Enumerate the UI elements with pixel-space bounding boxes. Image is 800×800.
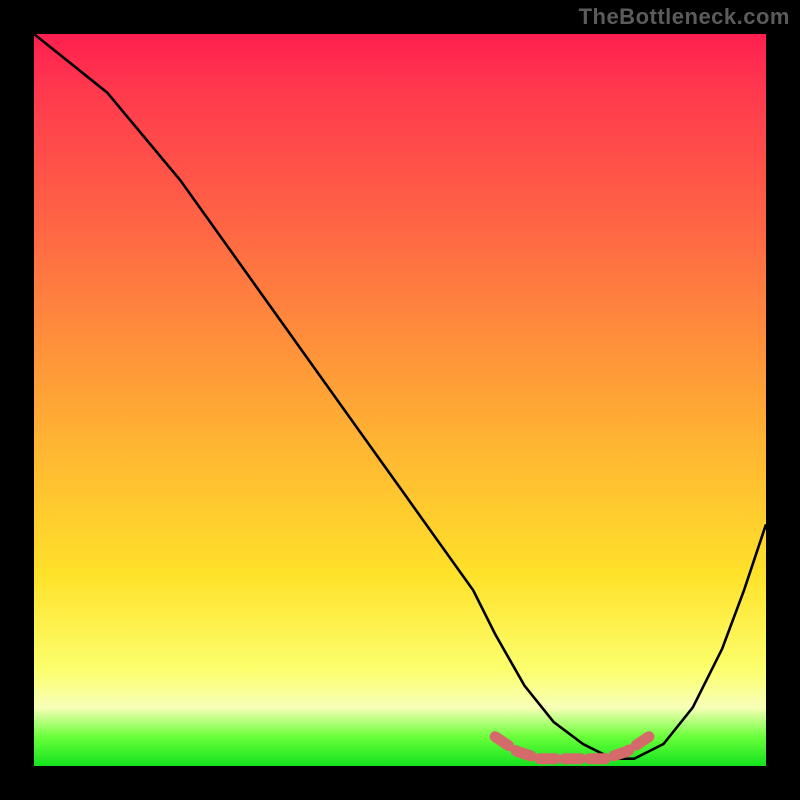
gradient-plot-area: [34, 34, 766, 766]
sweet-spot-band: [495, 737, 649, 759]
bottleneck-curve: [34, 34, 766, 759]
watermark-text: TheBottleneck.com: [579, 4, 790, 30]
curve-overlay: [34, 34, 766, 766]
chart-container: TheBottleneck.com: [0, 0, 800, 800]
